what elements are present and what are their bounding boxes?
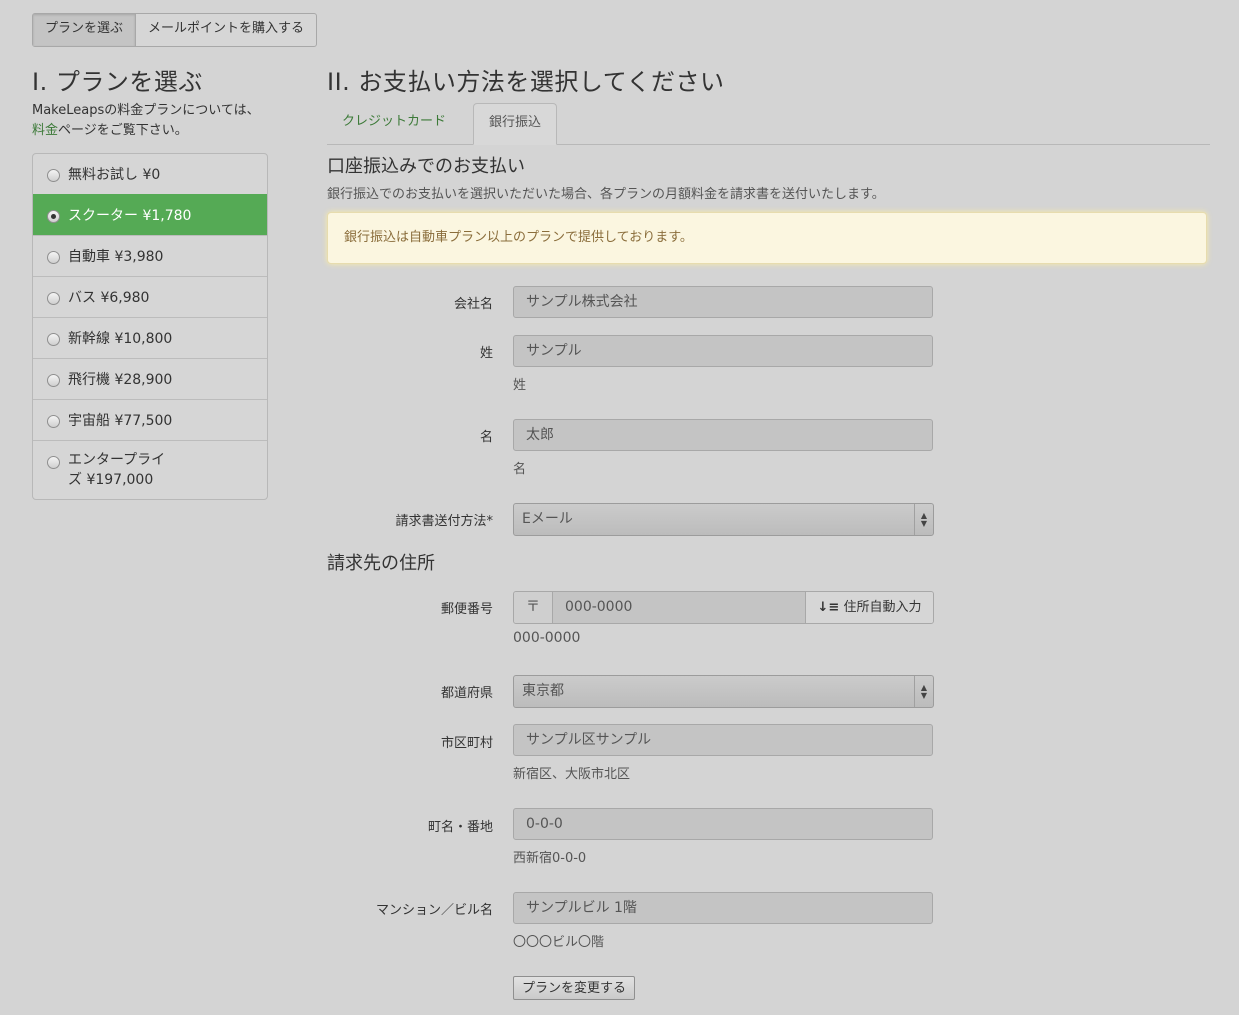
tab-buy-mail-points[interactable]: メールポイントを購入する <box>136 14 316 46</box>
address-title: 請求先の住所 <box>327 553 435 574</box>
plan-label: 飛行機 ¥28,900 <box>68 372 173 388</box>
company-label: 会社名 <box>453 297 493 312</box>
section-description: 銀行振込でのお支払いを選択いただいた場合、各プランの月額料金を請求書を送付いたし… <box>327 187 885 202</box>
plan-list: 無料お試し ¥0 スクーター ¥1,780 自動車 ¥3,980 バス ¥6,9… <box>32 153 268 500</box>
city-label: 市区町村 <box>440 736 493 751</box>
company-field[interactable]: サンプル株式会社 <box>513 286 933 318</box>
autofill-address-label: 住所自動入力 <box>843 600 922 615</box>
first-name-field[interactable]: 太郎 <box>513 419 933 451</box>
sort-arrow-icon: ↓≡ <box>817 600 840 615</box>
delivery-label: 請求書送付方法* <box>395 514 493 529</box>
plan-item-car[interactable]: 自動車 ¥3,980 <box>33 235 267 276</box>
plan-intro-text-end: ページをご覧下さい。 <box>58 123 188 138</box>
street-help: 西新宿0-0-0 <box>513 851 587 866</box>
street-field[interactable]: 0-0-0 <box>513 808 933 840</box>
first-name-label: 名 <box>479 430 493 445</box>
building-help: 〇〇〇ビル〇階 <box>513 935 605 950</box>
pricing-link[interactable]: 料金 <box>32 123 58 138</box>
plan-label: 新幹線 ¥10,800 <box>68 331 173 347</box>
postal-help: 000-0000 <box>513 630 581 646</box>
plan-label: バス ¥6,980 <box>68 290 150 306</box>
plan-item-airplane[interactable]: 飛行機 ¥28,900 <box>33 358 267 399</box>
payment-tabs: クレジットカード 銀行振込 <box>327 103 1210 145</box>
postal-mark-icon: 〒 <box>514 592 553 623</box>
first-name-help: 名 <box>513 462 527 477</box>
tab-bank-transfer[interactable]: 銀行振込 <box>473 103 558 145</box>
last-name-label: 姓 <box>479 346 493 361</box>
plan-item-shinkansen[interactable]: 新幹線 ¥10,800 <box>33 317 267 358</box>
top-tab-group: プランを選ぶ メールポイントを購入する <box>32 13 318 47</box>
last-name-help: 姓 <box>513 378 527 393</box>
plan-label: 無料お試し ¥0 <box>68 167 161 183</box>
plan-intro: MakeLeapsの料金プランについては、料金ページをご覧下さい。 <box>32 101 262 141</box>
radio-icon[interactable] <box>47 414 60 428</box>
city-field[interactable]: サンプル区サンプル <box>513 724 933 756</box>
street-label: 町名・番地 <box>427 820 493 835</box>
city-help: 新宿区、大阪市北区 <box>513 767 631 782</box>
radio-icon[interactable] <box>47 168 60 182</box>
prefecture-select[interactable]: 東京都 ▲ ▼ <box>513 675 934 708</box>
building-label: マンション／ビル名 <box>375 903 493 918</box>
plan-label: エンタープライ ズ ¥197,000 <box>68 452 166 488</box>
plan-item-enterprise[interactable]: エンタープライ ズ ¥197,000 <box>33 440 267 499</box>
postal-input-group: 〒 000-0000 ↓≡ 住所自動入力 <box>513 591 934 624</box>
autofill-address-button[interactable]: ↓≡ 住所自動入力 <box>805 592 933 623</box>
select-arrows-icon: ▲ ▼ <box>914 676 933 707</box>
plan-item-bus[interactable]: バス ¥6,980 <box>33 276 267 317</box>
section-title: 口座振込みでのお支払い <box>327 156 525 177</box>
plan-intro-text: MakeLeapsの料金プランについては、 <box>32 103 260 118</box>
radio-icon[interactable] <box>47 332 60 346</box>
select-arrows-icon: ▲ ▼ <box>914 504 933 535</box>
last-name-field[interactable]: サンプル <box>513 335 933 367</box>
tab-choose-plan[interactable]: プランを選ぶ <box>33 14 137 46</box>
notice-alert: 銀行振込は自動車プラン以上のプランで提供しております。 <box>327 212 1207 264</box>
postal-label: 郵便番号 <box>440 602 493 617</box>
delivery-value: Eメール <box>522 511 573 527</box>
radio-icon[interactable] <box>47 373 60 387</box>
delivery-select[interactable]: Eメール ▲ ▼ <box>513 503 934 536</box>
plan-label: スクーター ¥1,780 <box>68 208 192 224</box>
plan-label: 自動車 ¥3,980 <box>68 249 164 265</box>
building-field[interactable]: サンプルビル 1階 <box>513 892 933 924</box>
plan-label: 宇宙船 ¥77,500 <box>68 413 173 429</box>
change-plan-button[interactable]: プランを変更する <box>513 976 636 1000</box>
plan-heading: I. プランを選ぶ <box>32 68 203 96</box>
prefecture-label: 都道府県 <box>440 686 493 701</box>
postal-field[interactable]: 000-0000 <box>553 592 805 623</box>
tab-credit-card[interactable]: クレジットカード <box>327 103 461 144</box>
payment-heading: II. お支払い方法を選択してください <box>327 68 725 96</box>
radio-icon[interactable] <box>47 456 60 469</box>
radio-icon[interactable] <box>47 291 60 305</box>
plan-item-free[interactable]: 無料お試し ¥0 <box>33 154 267 194</box>
radio-icon[interactable] <box>47 250 60 264</box>
prefecture-value: 東京都 <box>522 683 564 699</box>
radio-selected-icon[interactable] <box>47 209 60 223</box>
plan-item-spaceship[interactable]: 宇宙船 ¥77,500 <box>33 399 267 440</box>
plan-item-scooter[interactable]: スクーター ¥1,780 <box>33 194 267 235</box>
